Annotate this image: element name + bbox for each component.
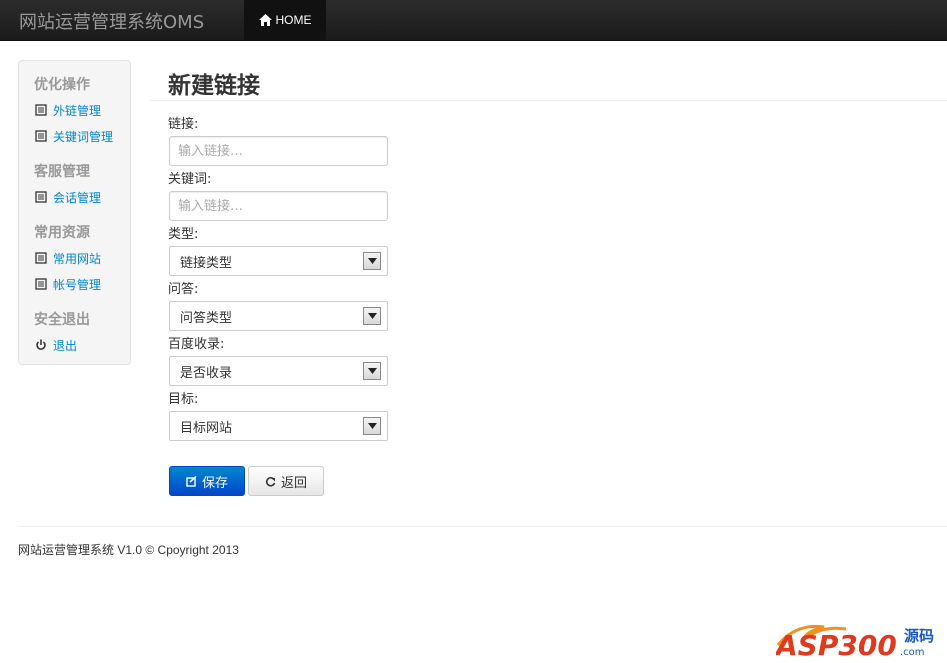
baidu-label: 百度收录: xyxy=(168,337,225,352)
top-navbar: 网站运营管理系统OMS HOME xyxy=(0,0,947,41)
sidebar: 优化操作 外链管理 关键词管理 客服管理 会话管理 常用资源 常用网站 帐号管理… xyxy=(18,60,131,365)
link-input[interactable] xyxy=(169,136,388,166)
sidebar-item-label: 会话管理 xyxy=(53,190,102,205)
link-label: 链接: xyxy=(168,117,199,132)
baidu-select-value: 是否收录 xyxy=(180,365,233,381)
svg-text:ASP300: ASP300 xyxy=(776,629,897,657)
sidebar-item-label: 外链管理 xyxy=(53,103,102,118)
nav-home-label: HOME xyxy=(275,13,312,27)
chevron-down-icon xyxy=(363,362,381,380)
back-button-label: 返回 xyxy=(280,475,307,491)
type-label: 类型: xyxy=(168,227,199,242)
footer-divider xyxy=(18,526,947,527)
qa-label: 问答: xyxy=(168,282,199,297)
baidu-select[interactable]: 是否收录 xyxy=(169,356,388,386)
qa-select-value: 问答类型 xyxy=(180,310,233,326)
title-divider xyxy=(150,100,947,101)
sidebar-item-keywords[interactable]: 关键词管理 xyxy=(35,128,113,144)
sidebar-item-common-sites[interactable]: 常用网站 xyxy=(35,250,101,266)
sidebar-header-optimize: 优化操作 xyxy=(34,77,90,93)
sidebar-item-label: 常用网站 xyxy=(53,251,102,266)
app-brand[interactable]: 网站运营管理系统OMS xyxy=(19,8,204,34)
type-select[interactable]: 链接类型 xyxy=(169,246,388,276)
list-icon xyxy=(35,130,47,142)
back-button[interactable]: 返回 xyxy=(248,466,324,496)
sidebar-header-resources: 常用资源 xyxy=(34,225,90,241)
type-select-value: 链接类型 xyxy=(180,255,233,271)
footer-copyright: 网站运营管理系统 V1.0 © Cpoyright 2013 xyxy=(18,543,239,557)
target-select[interactable]: 目标网站 xyxy=(169,411,388,441)
sidebar-item-accounts[interactable]: 帐号管理 xyxy=(35,276,101,292)
sidebar-item-label: 帐号管理 xyxy=(53,277,102,292)
sidebar-header-logout: 安全退出 xyxy=(34,312,90,328)
sidebar-header-service: 客服管理 xyxy=(34,164,90,180)
qa-select[interactable]: 问答类型 xyxy=(169,301,388,331)
chevron-down-icon xyxy=(363,417,381,435)
sidebar-item-external-links[interactable]: 外链管理 xyxy=(35,102,101,118)
sidebar-item-logout[interactable]: 退出 xyxy=(35,337,77,353)
list-icon xyxy=(35,104,47,116)
list-icon xyxy=(35,191,47,203)
page-title: 新建链接 xyxy=(168,73,260,99)
sidebar-item-sessions[interactable]: 会话管理 xyxy=(35,189,101,205)
target-select-value: 目标网站 xyxy=(180,420,233,436)
keyword-input[interactable] xyxy=(169,191,388,221)
list-icon xyxy=(35,252,47,264)
sidebar-item-label: 退出 xyxy=(53,338,78,353)
svg-text:.com: .com xyxy=(900,647,925,657)
edit-icon xyxy=(186,475,197,487)
chevron-down-icon xyxy=(363,307,381,325)
sidebar-item-label: 关键词管理 xyxy=(53,129,114,144)
list-icon xyxy=(35,278,47,290)
target-label: 目标: xyxy=(168,392,199,407)
power-icon xyxy=(35,339,47,351)
nav-home-link[interactable]: HOME xyxy=(244,0,326,40)
chevron-down-icon xyxy=(363,252,381,270)
refresh-icon xyxy=(265,476,276,487)
asp300-watermark-logo: ASP300 源码 .com xyxy=(776,624,934,657)
save-button-label: 保存 xyxy=(201,475,228,491)
home-icon xyxy=(258,14,272,26)
keyword-label: 关键词: xyxy=(168,172,212,187)
save-button[interactable]: 保存 xyxy=(169,466,245,496)
svg-text:源码: 源码 xyxy=(904,627,934,645)
